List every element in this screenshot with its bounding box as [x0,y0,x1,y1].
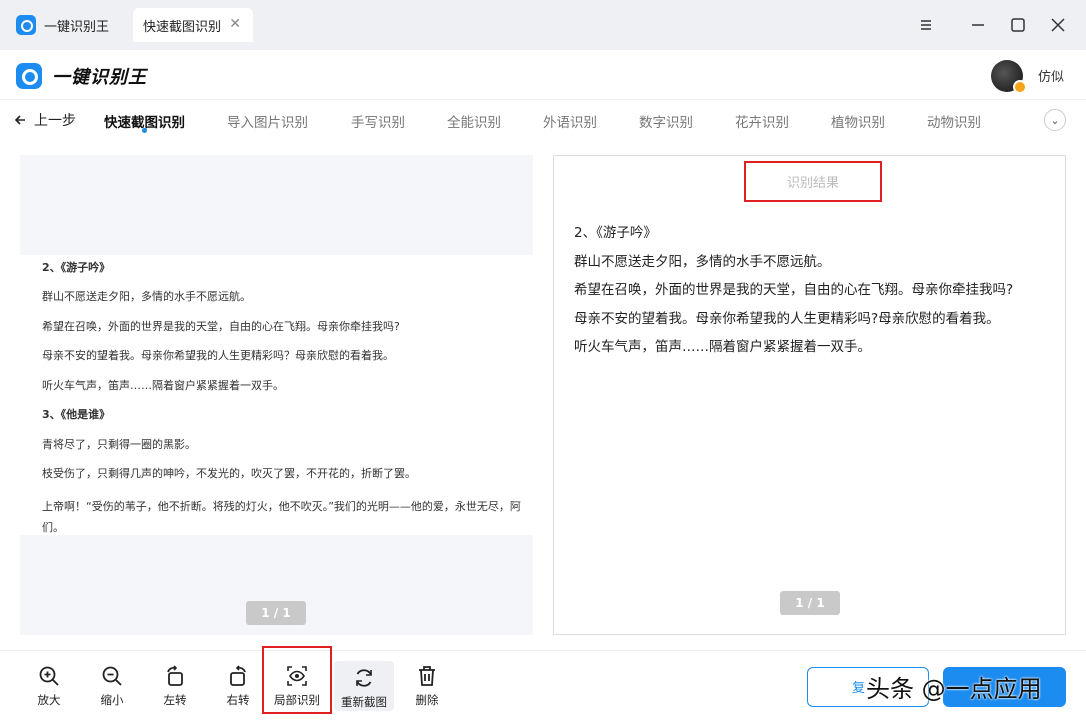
source-image: 2、《游子吟》 群山不愿送走夕阳，多情的水手不愿远航。 希望在召唤，外面的世界是… [20,255,533,535]
result-pager: 1 / 1 [780,591,840,615]
nav-item-digits[interactable]: 数字识别 [639,111,693,131]
nav-item-animals[interactable]: 动物识别 [927,111,981,131]
doc-line: 听火车气声，笛声……隔着窗户紧紧握着一双手。 [42,378,284,392]
result-line: 2、《游子吟》 [574,225,657,241]
rotate-left-icon [167,665,183,686]
vip-badge-icon [1013,80,1027,94]
zoom-out-label: 缩小 [100,693,124,707]
partial-ocr-button[interactable]: 局部识别 [262,646,332,714]
active-indicator [142,128,147,133]
doc-line: 青将尽了，只剩得一圈的黑影。 [42,437,196,451]
nav-item-foreign-language[interactable]: 外语识别 [543,111,597,131]
close-icon[interactable]: ✕ [229,16,241,32]
rotate-right-button[interactable]: 右转 [207,651,269,721]
zoom-in-label: 放大 [37,693,61,707]
nav-item-import-image[interactable]: 导入图片识别 [227,111,308,131]
doc-line: 上帝啊！“受伤的苇子，他不折断。将残的灯火，他不吹灭。”我们的光明——他的爱，永… [42,499,521,534]
bottom-toolbar: 放大 缩小 左转 右转 局部识别 重新截图 删除 复 头条 @一点应用 [0,646,1086,721]
doc-line: 希望在召唤，外面的世界是我的天堂，自由的心在飞翔。母亲你牵挂我吗? [42,319,400,333]
doc-line: 母亲不安的望着我。母亲你希望我的人生更精彩吗？母亲欣慰的看着我。 [42,349,394,363]
recapture-button[interactable]: 重新截图 [334,661,394,711]
nav-item-handwriting[interactable]: 手写识别 [351,111,405,131]
back-label: 上一步 [34,113,76,129]
tab-quick-screenshot[interactable]: 快速截图识别 ✕ [133,8,253,42]
result-text[interactable]: 2、《游子吟》 群山不愿送走夕阳，多情的水手不愿远航。 希望在召唤，外面的世界是… [574,219,1054,362]
menu-icon[interactable] [914,13,938,37]
recapture-label: 重新截图 [341,695,387,709]
back-button[interactable]: 上一步 [14,110,76,130]
trash-icon [419,666,435,686]
copy-button-label: 复 [852,681,866,696]
chevron-down-icon[interactable]: ⌄ [1044,109,1066,131]
partial-ocr-label: 局部识别 [274,693,320,707]
title-bar: 一键识别王 快速截图识别 ✕ [0,0,1086,50]
mode-nav: 上一步 快速截图识别 导入图片识别 手写识别 全能识别 外语识别 数字识别 花卉… [0,100,1086,140]
zoom-out-icon [102,666,122,686]
delete-label: 删除 [415,693,439,707]
arrow-left-icon [14,115,25,125]
maximize-icon[interactable] [1006,13,1030,37]
minimize-icon[interactable] [966,13,990,37]
eye-scan-icon [287,666,307,686]
app-home-tab-label: 一键识别王 [44,19,110,35]
rotate-left-button[interactable]: 左转 [144,651,206,721]
result-panel: 识别结果 2、《游子吟》 群山不愿送走夕阳，多情的水手不愿远航。 希望在召唤，外… [553,155,1066,635]
user-name[interactable]: 仿似 [1038,66,1064,85]
result-line: 群山不愿送走夕阳，多情的水手不愿远航。 [574,253,831,270]
nav-item-flowers[interactable]: 花卉识别 [735,111,789,131]
doc-line: 3、《他是谁》 [42,408,111,422]
result-line: 听火车气声，笛声……隔着窗户紧紧握着一双手。 [574,339,871,355]
brand-logo-icon [16,63,42,89]
app-logo-icon [16,15,36,35]
result-line: 希望在召唤，外面的世界是我的天堂，自由的心在飞翔。母亲你牵挂我吗? [574,282,1014,298]
zoom-out-button[interactable]: 缩小 [81,651,143,721]
brand-name: 一键识别王 [52,67,147,88]
zoom-in-button[interactable]: 放大 [18,651,80,721]
tab-quick-screenshot-label: 快速截图识别 [143,19,222,35]
watermark: 头条 @一点应用 [866,675,1042,703]
app-header: 一键识别王 仿似 [0,50,1086,100]
nav-item-plants[interactable]: 植物识别 [831,111,885,131]
rotate-right-label: 右转 [226,693,250,707]
nav-item-all-purpose[interactable]: 全能识别 [447,111,501,131]
rotate-right-icon [230,665,246,686]
source-pager: 1 / 1 [246,601,306,625]
delete-button[interactable]: 删除 [396,651,458,721]
refresh-icon [356,669,372,687]
doc-line: 群山不愿送走夕阳，多情的水手不愿远航。 [42,290,251,304]
zoom-in-icon [39,666,59,686]
doc-line: 2、《游子吟》 [42,261,111,274]
app-home-tab[interactable]: 一键识别王 [0,8,109,42]
window-close-icon[interactable] [1046,13,1070,37]
source-image-panel: 2、《游子吟》 群山不愿送走夕阳，多情的水手不愿远航。 希望在召唤，外面的世界是… [20,155,533,635]
result-line: 母亲不安的望着我。母亲你希望我的人生更精彩吗?母亲欣慰的看着我。 [574,310,1000,327]
doc-line: 枝受伤了，只剩得几声的呻吟，不发光的，吹灭了罢，不开花的，折断了罢。 [42,467,416,481]
rotate-left-label: 左转 [163,693,187,707]
result-title: 识别结果 [744,161,882,202]
